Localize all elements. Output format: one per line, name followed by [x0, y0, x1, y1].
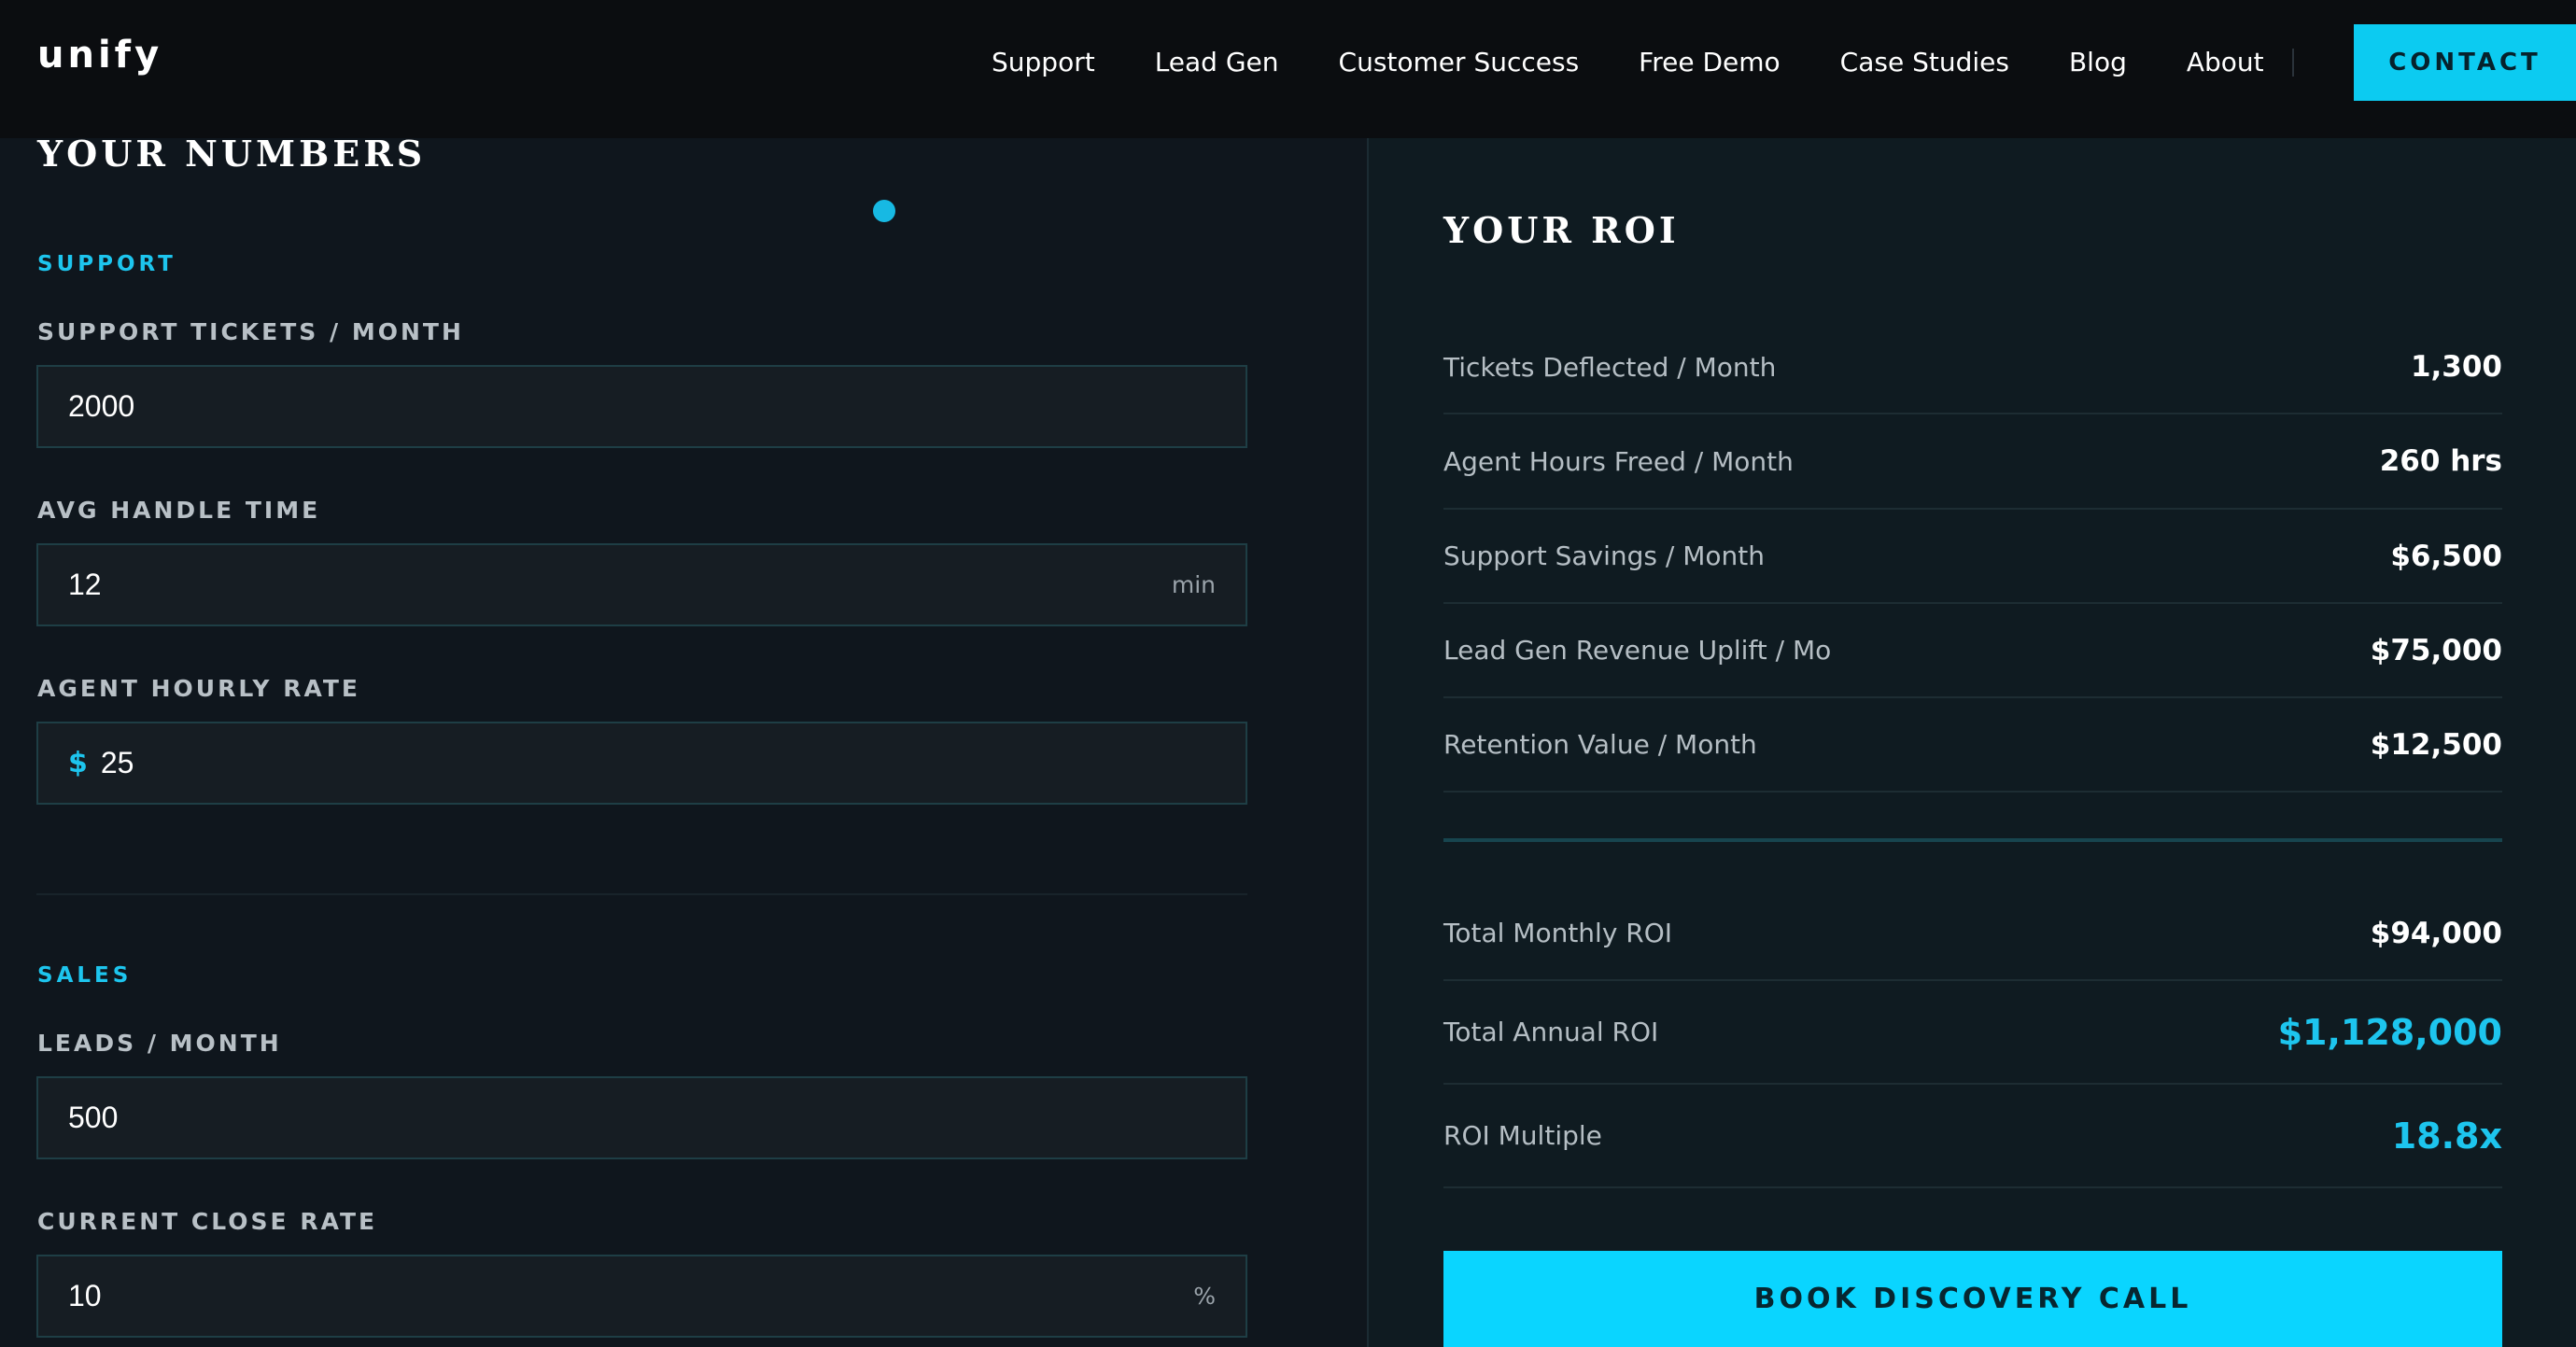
close-rate-input[interactable]: 10 % — [36, 1255, 1247, 1338]
leads-label: LEADS / MONTH — [37, 1030, 282, 1057]
roi-multiple-value: 18.8x — [2391, 1115, 2502, 1157]
contact-button[interactable]: CONTACT — [2354, 24, 2576, 101]
total-label: Total Monthly ROI — [1443, 918, 1673, 948]
roi-label: Tickets Deflected / Month — [1443, 351, 1777, 383]
sales-group-label: SALES — [37, 963, 133, 988]
roi-label: Retention Value / Month — [1443, 729, 1757, 760]
your-roi-heading: YOUR ROI — [1443, 209, 1680, 251]
total-annual-roi-value: $1,128,000 — [2277, 1011, 2502, 1053]
hourly-rate-input[interactable]: $ 25 — [36, 722, 1247, 805]
nav-divider — [2292, 49, 2294, 77]
nav-link-case-studies[interactable]: Case Studies — [1840, 47, 2009, 77]
roi-label: Agent Hours Freed / Month — [1443, 445, 1794, 477]
top-navigation: unify Support Lead Gen Customer Success … — [0, 0, 2576, 138]
close-rate-value[interactable]: 10 — [68, 1279, 1193, 1313]
roi-label: Support Savings / Month — [1443, 540, 1765, 571]
your-numbers-heading: YOUR NUMBERS — [37, 133, 427, 175]
support-group-label: SUPPORT — [37, 252, 176, 276]
total-label: ROI Multiple — [1443, 1120, 1602, 1151]
total-monthly-roi-row: Total Monthly ROI $94,000 — [1443, 887, 2502, 981]
tickets-value[interactable]: 2000 — [68, 389, 1216, 424]
roi-value: $12,500 — [2370, 727, 2502, 762]
tickets-label: SUPPORT TICKETS / MONTH — [37, 318, 464, 345]
hourly-rate-value[interactable]: 25 — [101, 746, 1216, 780]
leads-input[interactable]: 500 — [36, 1076, 1247, 1159]
book-discovery-call-button[interactable]: BOOK DISCOVERY CALL — [1443, 1251, 2502, 1347]
hourly-rate-label: AGENT HOURLY RATE — [37, 675, 360, 702]
total-monthly-roi-value: $94,000 — [2370, 916, 2502, 950]
handle-time-value[interactable]: 12 — [68, 568, 1172, 602]
roi-row-agent-hours: Agent Hours Freed / Month 260 hrs — [1443, 414, 2502, 510]
close-rate-label: CURRENT CLOSE RATE — [37, 1208, 378, 1235]
tickets-input[interactable]: 2000 — [36, 365, 1247, 448]
roi-label: Lead Gen Revenue Uplift / Mo — [1443, 635, 1832, 666]
roi-value: 260 hrs — [2379, 444, 2502, 478]
nav-link-blog[interactable]: Blog — [2069, 47, 2127, 77]
section-separator — [36, 893, 1247, 895]
roi-value: $75,000 — [2370, 633, 2502, 667]
close-rate-unit: % — [1193, 1283, 1216, 1310]
handle-time-unit: min — [1171, 571, 1216, 598]
dollar-prefix: $ — [68, 747, 88, 779]
roi-value: $6,500 — [2390, 539, 2502, 573]
brand-logo[interactable]: unify — [37, 34, 162, 77]
indicator-dot — [873, 200, 895, 222]
nav-links: Support Lead Gen Customer Success Free D… — [992, 0, 2264, 123]
roi-row-retention-value: Retention Value / Month $12,500 — [1443, 698, 2502, 793]
roi-multiple-row: ROI Multiple 18.8x — [1443, 1085, 2502, 1188]
nav-link-support[interactable]: Support — [992, 47, 1095, 77]
handle-time-label: AVG HANDLE TIME — [37, 497, 321, 524]
nav-link-customer-success[interactable]: Customer Success — [1339, 47, 1580, 77]
roi-row-lead-gen-uplift: Lead Gen Revenue Uplift / Mo $75,000 — [1443, 604, 2502, 698]
nav-link-lead-gen[interactable]: Lead Gen — [1155, 47, 1279, 77]
total-annual-roi-row: Total Annual ROI $1,128,000 — [1443, 981, 2502, 1085]
total-label: Total Annual ROI — [1443, 1017, 1659, 1047]
nav-link-about[interactable]: About — [2187, 47, 2264, 77]
handle-time-input[interactable]: 12 min — [36, 543, 1247, 626]
nav-link-free-demo[interactable]: Free Demo — [1639, 47, 1781, 77]
totals-divider — [1443, 838, 2502, 842]
leads-value[interactable]: 500 — [68, 1101, 1216, 1135]
roi-row-support-savings: Support Savings / Month $6,500 — [1443, 510, 2502, 604]
roi-value: 1,300 — [2410, 350, 2502, 384]
roi-row-tickets-deflected: Tickets Deflected / Month 1,300 — [1443, 321, 2502, 414]
